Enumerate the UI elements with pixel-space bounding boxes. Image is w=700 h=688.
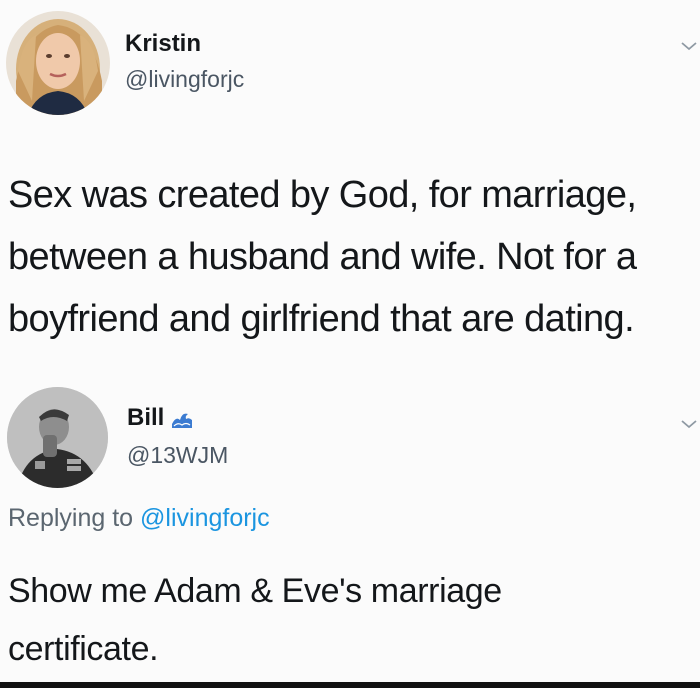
tweet-text-line: Sex was created by God, for marriage, xyxy=(8,174,637,216)
replying-to: Replying to @livingforjc xyxy=(8,504,270,533)
chevron-down-icon[interactable] xyxy=(680,40,698,52)
avatar[interactable] xyxy=(6,11,110,115)
wave-icon xyxy=(172,413,193,428)
tweet-text-line: boyfriend and girlfriend that are dating… xyxy=(8,298,635,340)
display-name[interactable]: Kristin xyxy=(125,30,201,58)
user-handle[interactable]: @13WJM xyxy=(127,442,228,469)
avatar[interactable] xyxy=(7,387,108,488)
chevron-down-icon[interactable] xyxy=(680,418,698,430)
profile-photo-man-icon xyxy=(7,387,108,488)
tweet-text-line: between a husband and wife. Not for a xyxy=(8,236,637,278)
profile-photo-woman-icon xyxy=(6,11,110,115)
tweet-text: Show me Adam & Eve's marriage certificat… xyxy=(8,562,688,678)
bottom-border xyxy=(0,682,700,688)
display-name[interactable]: Bill xyxy=(127,404,194,432)
original-tweet[interactable]: Kristin @livingforjc Sex was created by … xyxy=(0,0,700,368)
tweet-text-line: Show me Adam & Eve's marriage xyxy=(8,572,502,610)
tweet-text-line: certificate. xyxy=(8,630,159,668)
tweet-thread: Kristin @livingforjc Sex was created by … xyxy=(0,0,700,688)
user-handle[interactable]: @livingforjc xyxy=(125,66,244,93)
display-name-text: Bill xyxy=(127,404,165,431)
tweet-text: Sex was created by God, for marriage, be… xyxy=(8,164,688,350)
mention-link[interactable]: @livingforjc xyxy=(140,504,270,532)
replying-prefix: Replying to xyxy=(8,504,141,532)
reply-tweet[interactable]: Bill @13WJM Replying to @livingforjc Sho… xyxy=(0,372,700,682)
